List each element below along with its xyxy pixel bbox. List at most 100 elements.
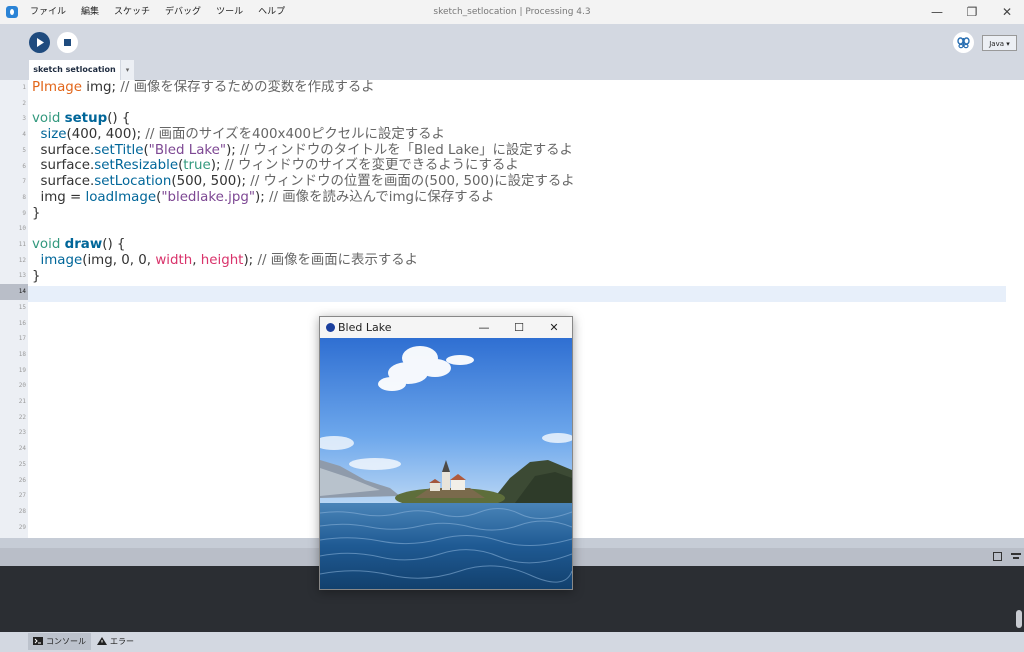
code-text: ); — [226, 143, 241, 158]
processing-sketch-icon — [326, 323, 335, 332]
line-number: 16 — [18, 320, 26, 327]
code-text: () { — [107, 111, 131, 126]
butterfly-icon — [957, 37, 970, 49]
line-number: 23 — [18, 429, 26, 436]
code-line-5: surface.setTitle("Bled Lake"); // ウィンドウの… — [32, 143, 573, 159]
tab-bar: sketch setlocation ▾ — [0, 60, 1024, 80]
mode-select[interactable]: Java ▾ — [982, 35, 1017, 51]
tab-sketch-setlocation[interactable]: sketch setlocation — [29, 60, 120, 80]
line-number: 6 — [22, 163, 26, 170]
variable-token: width — [155, 253, 193, 268]
line-number: 25 — [18, 461, 26, 468]
play-icon — [37, 38, 44, 47]
line-number: 15 — [18, 304, 26, 311]
line-number: 18 — [18, 351, 26, 358]
debug-button[interactable] — [953, 32, 974, 53]
code-line-7: surface.setLocation(500, 500); // ウィンドウの… — [32, 174, 575, 190]
comment-token: // ウィンドウのサイズを変更できるようにするよ — [224, 158, 519, 173]
code-line-4: size(400, 400); // 画面のサイズを400x400ピクセルに設定… — [32, 127, 445, 143]
function-token: loadImage — [85, 190, 157, 205]
line-number: 24 — [18, 445, 26, 452]
code-line-13: } — [32, 269, 41, 284]
variable-token: height — [200, 253, 244, 268]
code-text: ); — [243, 253, 258, 268]
tab-menu-button[interactable]: ▾ — [121, 60, 134, 80]
line-number: 3 — [22, 115, 26, 122]
sketch-close-button[interactable]: ✕ — [536, 317, 572, 338]
window-title: sketch_setlocation | Processing 4.3 — [433, 7, 591, 17]
sketch-minimize-button[interactable]: — — [466, 317, 502, 338]
title-bar: ファイル 編集 スケッチ デバッグ ツール ヘルプ sketch_setloca… — [0, 0, 1024, 24]
comment-token: // ウィンドウのタイトルを「Bled Lake」に設定するよ — [240, 143, 573, 158]
string-token: "bledlake.jpg" — [161, 190, 256, 205]
minimize-button[interactable]: — — [920, 0, 954, 24]
line-number: 22 — [18, 414, 26, 421]
code-text: surface. — [32, 158, 95, 173]
line-number: 21 — [18, 398, 26, 405]
comment-token: // 画像を画面に表示するよ — [257, 253, 419, 268]
function-token: setTitle — [94, 143, 144, 158]
console-tab-label: コンソール — [46, 637, 86, 646]
function-token: image — [40, 253, 83, 268]
clear-icon[interactable] — [1011, 553, 1021, 555]
stop-button[interactable] — [57, 32, 78, 53]
function-token: setLocation — [94, 174, 172, 189]
line-number: 9 — [22, 210, 26, 217]
close-button[interactable]: ✕ — [990, 0, 1024, 24]
console-scrollbar[interactable] — [1016, 610, 1022, 628]
terminal-icon — [33, 637, 43, 645]
code-line-1: PImage img; // 画像を保存するための変数を作成するよ — [32, 80, 375, 96]
line-number: 4 — [22, 131, 26, 138]
code-line-11: void draw() { — [32, 237, 125, 253]
line-number: 20 — [18, 382, 26, 389]
code-text: img = — [32, 190, 86, 205]
function-token: draw — [64, 237, 103, 252]
code-text: ); — [255, 190, 270, 205]
line-number: 17 — [18, 335, 26, 342]
stop-icon — [64, 39, 71, 46]
line-number: 14 — [0, 284, 28, 300]
line-number-gutter: 1 2 3 4 5 6 7 8 9 10 11 12 13 14 15 16 17 18 19 20 21 22 23 24 2… — [0, 80, 28, 538]
code-text: (500, 500); — [171, 174, 251, 189]
code-text: (400, 400); — [66, 127, 146, 142]
comment-token: // 画像を読み込んでimgに保存するよ — [269, 190, 495, 205]
console-tab[interactable]: コンソール — [28, 633, 91, 650]
line-number: 28 — [18, 508, 26, 515]
editor-scroll-area[interactable] — [1006, 80, 1024, 538]
string-token: "Bled Lake" — [148, 143, 227, 158]
clear-icon-bar — [1013, 557, 1019, 559]
lake-photo — [320, 338, 572, 589]
keyword-token: void — [32, 237, 61, 252]
copy-icon[interactable] — [993, 552, 1002, 561]
function-token: setResizable — [94, 158, 179, 173]
code-text: (img, 0, 0, — [82, 253, 156, 268]
code-text: surface. — [32, 143, 95, 158]
sketch-window-title: Bled Lake — [338, 321, 392, 334]
sketch-maximize-button[interactable]: ☐ — [501, 317, 537, 338]
line-number: 5 — [22, 147, 26, 154]
line-number: 8 — [22, 194, 26, 201]
run-button[interactable] — [29, 32, 50, 53]
code-line-6: surface.setResizable(true); // ウィンドウのサイズ… — [32, 158, 519, 174]
comment-token: // 画像を保存するための変数を作成するよ — [120, 80, 375, 95]
current-line-highlight — [28, 286, 1006, 302]
line-number: 12 — [18, 257, 26, 264]
toolbar: Java ▾ — [0, 24, 1024, 60]
line-number: 7 — [22, 178, 26, 185]
line-number: 13 — [18, 272, 26, 279]
line-number: 10 — [18, 225, 26, 232]
line-number: 26 — [18, 477, 26, 484]
line-number: 2 — [22, 100, 26, 107]
errors-tab[interactable]: エラー — [92, 633, 139, 650]
code-line-12: image(img, 0, 0, width, height); // 画像を画… — [32, 253, 419, 269]
errors-tab-label: エラー — [110, 637, 134, 646]
sketch-window[interactable]: Bled Lake — ☐ ✕ — [319, 316, 573, 590]
sketch-title-bar: Bled Lake — ☐ ✕ — [320, 317, 572, 338]
restore-button[interactable]: ❐ — [955, 0, 989, 24]
footer-tabs: コンソール エラー — [0, 632, 1024, 652]
function-token: setup — [64, 111, 108, 126]
code-text: () { — [102, 237, 126, 252]
warning-icon — [97, 637, 107, 645]
